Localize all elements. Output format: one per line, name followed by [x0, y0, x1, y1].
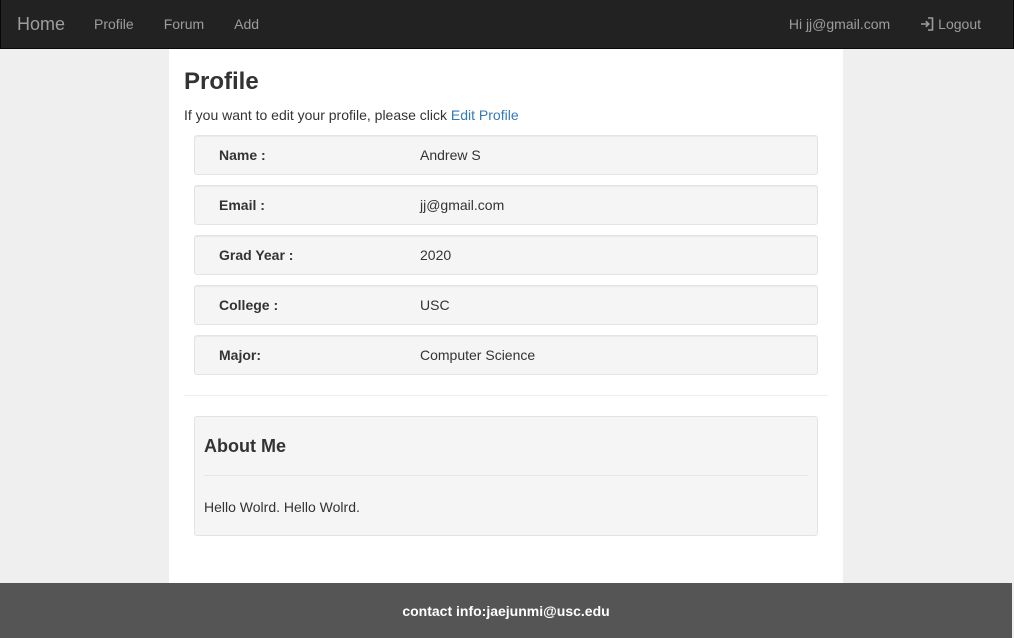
- profile-field-grad-year: Grad Year : 2020: [194, 235, 818, 275]
- about-me-title: About Me: [204, 436, 286, 456]
- section-divider: [184, 395, 828, 396]
- field-label: College :: [219, 297, 279, 313]
- field-label: Major:: [219, 347, 261, 363]
- field-label: Grad Year :: [219, 247, 294, 263]
- field-value: Computer Science: [420, 347, 536, 363]
- field-value: USC: [420, 297, 450, 313]
- nav-right-group: Hi jj@gmail.com Logout: [789, 16, 1013, 32]
- user-greeting[interactable]: Hi jj@gmail.com: [789, 16, 890, 32]
- field-label: Name :: [219, 147, 266, 163]
- about-me-text: Hello Wolrd. Hello Wolrd.: [204, 499, 360, 515]
- profile-field-college: College : USC: [194, 285, 818, 325]
- nav-forum-link[interactable]: Forum: [149, 16, 219, 32]
- field-value: jj@gmail.com: [420, 197, 505, 213]
- profile-field-name: Name : Andrew S: [194, 135, 818, 175]
- nav-add-link[interactable]: Add: [219, 16, 274, 32]
- footer: contact info:jaejunmi@usc.edu: [0, 583, 1012, 638]
- top-navbar: Home Profile Forum Add Hi jj@gmail.com L…: [0, 0, 1014, 49]
- logout-label: Logout: [938, 16, 981, 32]
- about-me-panel: About Me Hello Wolrd. Hello Wolrd.: [194, 416, 818, 536]
- log-in-icon: [921, 17, 934, 31]
- profile-field-major: Major: Computer Science: [194, 335, 818, 375]
- field-label: Email :: [219, 197, 265, 213]
- about-divider: [204, 475, 808, 476]
- logout-link[interactable]: Logout: [920, 16, 981, 32]
- edit-profile-link[interactable]: Edit Profile: [451, 107, 519, 123]
- profile-field-email: Email : jj@gmail.com: [194, 185, 818, 225]
- edit-intro-text: If you want to edit your profile, please…: [184, 107, 448, 123]
- page-title: Profile: [184, 68, 259, 95]
- field-value: 2020: [420, 247, 452, 263]
- nav-profile-link[interactable]: Profile: [79, 16, 149, 32]
- home-link[interactable]: Home: [17, 14, 65, 35]
- edit-intro: If you want to edit your profile, please…: [184, 107, 519, 123]
- footer-contact: contact info:jaejunmi@usc.edu: [402, 602, 610, 619]
- profile-container: Profile If you want to edit your profile…: [169, 49, 843, 583]
- field-value: Andrew S: [420, 147, 481, 163]
